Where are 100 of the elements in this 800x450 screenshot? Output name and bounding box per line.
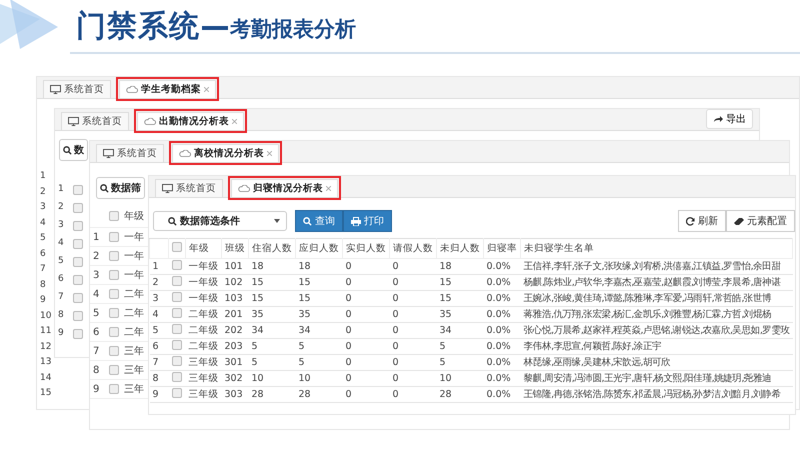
checkbox[interactable] xyxy=(172,292,182,302)
table-cell-text: 一年 xyxy=(124,269,144,282)
row-number: 6 xyxy=(40,248,46,260)
close-icon[interactable] xyxy=(326,186,331,191)
filter-dropdown[interactable]: 数据筛 xyxy=(96,177,145,199)
checkbox[interactable] xyxy=(109,289,119,299)
share-arrow-icon xyxy=(713,115,723,123)
checkbox[interactable] xyxy=(73,275,83,285)
checkbox[interactable] xyxy=(172,324,182,334)
column-header: 年级 xyxy=(186,238,222,258)
row-number: 2 xyxy=(92,250,100,262)
filter-dropdown[interactable]: 数据筛选条件 xyxy=(153,211,287,231)
close-icon[interactable] xyxy=(267,151,272,156)
row-number: 10 xyxy=(40,310,52,322)
table-cell: 王锦隆,冉德,张铭浩,陈赟东,祁孟晨,冯冠杨,孙梦洁,刘黯月,刘静希 xyxy=(520,386,793,402)
row-number: 9 xyxy=(58,327,65,340)
table-cell: 二年级 xyxy=(186,306,222,322)
checkbox[interactable] xyxy=(109,270,119,280)
row-number: 4 xyxy=(150,306,168,322)
query-button[interactable]: 查询 xyxy=(295,210,343,232)
checkbox[interactable] xyxy=(172,340,182,350)
checkbox[interactable] xyxy=(73,257,83,267)
table-cell: 一年级 xyxy=(186,274,222,290)
checkbox[interactable] xyxy=(73,185,83,195)
tab[interactable]: 离校情况分析表 xyxy=(172,144,279,162)
table-cell: 二年级 xyxy=(186,338,222,354)
search-icon xyxy=(100,184,109,192)
table-cell: 35 xyxy=(248,306,296,322)
table-cell-text: 三年 xyxy=(124,345,144,358)
cloud-icon xyxy=(179,150,191,157)
checkbox[interactable] xyxy=(172,356,182,366)
row-number: 14 xyxy=(40,372,52,384)
checkbox[interactable] xyxy=(109,365,119,375)
checkbox[interactable] xyxy=(73,311,83,321)
table-cell-text: 二年 xyxy=(124,326,144,339)
checkbox[interactable] xyxy=(109,308,119,318)
checkbox[interactable] xyxy=(109,384,119,394)
table-cell: 三年级 xyxy=(186,386,222,402)
column-header: 未归寝学生名单 xyxy=(520,238,793,258)
row-number: 8 xyxy=(40,278,46,292)
table-cell: 18 xyxy=(296,258,342,274)
checkbox[interactable] xyxy=(172,276,182,286)
tab[interactable]: 归寝情况分析表 xyxy=(231,179,338,197)
search-button[interactable]: 数 xyxy=(59,139,88,161)
table-cell: 203 xyxy=(222,338,248,354)
table-cell: 0 xyxy=(390,274,436,290)
close-icon[interactable] xyxy=(232,119,237,124)
row-number: 7 xyxy=(58,291,65,304)
tab[interactable]: 系统首页 xyxy=(155,179,223,197)
search-icon xyxy=(63,146,72,154)
config-button[interactable]: 元素配置 xyxy=(726,210,795,232)
row-number: 4 xyxy=(58,237,65,250)
export-button[interactable]: 导出 xyxy=(706,109,753,129)
checkbox[interactable] xyxy=(109,232,119,242)
table-cell: 35 xyxy=(436,306,484,322)
checkbox[interactable] xyxy=(73,203,83,213)
table-cell: 0.0% xyxy=(484,386,520,402)
table-cell-text: 一年 xyxy=(124,231,144,244)
table-cell: 0 xyxy=(390,370,436,386)
checkbox[interactable] xyxy=(109,211,119,221)
tab[interactable]: 系统首页 xyxy=(61,112,129,130)
column-header: 应归人数 xyxy=(296,238,342,258)
checkbox[interactable] xyxy=(172,260,182,270)
checkbox[interactable] xyxy=(73,221,83,231)
printer-icon xyxy=(351,216,361,226)
row-number: 1 xyxy=(40,170,46,183)
checkbox[interactable] xyxy=(172,372,182,382)
table-cell: 0 xyxy=(342,370,390,386)
table-cell: 5 xyxy=(436,338,484,354)
tab[interactable]: 系统首页 xyxy=(96,144,164,162)
table-cell: 0.0% xyxy=(484,354,520,370)
row-number: 1 xyxy=(150,258,168,274)
close-icon[interactable] xyxy=(204,87,209,92)
row-number: 7 xyxy=(40,263,46,276)
checkbox[interactable] xyxy=(109,251,119,261)
column-header: 年级 xyxy=(124,210,144,223)
tab[interactable]: 系统首页 xyxy=(43,80,111,98)
checkbox[interactable] xyxy=(172,242,182,252)
checkbox[interactable] xyxy=(73,239,83,249)
table-cell: 301 xyxy=(222,354,248,370)
checkbox[interactable] xyxy=(109,346,119,356)
checkbox[interactable] xyxy=(172,388,182,398)
table-cell: 5 xyxy=(248,338,296,354)
row-number: 5 xyxy=(58,255,65,268)
checkbox[interactable] xyxy=(109,327,119,337)
tab[interactable]: 出勤情况分析表 xyxy=(137,112,244,130)
table-cell: 三年级 xyxy=(186,354,222,370)
table-cell: 0 xyxy=(390,354,436,370)
checkbox[interactable] xyxy=(73,329,83,339)
table-cell: 0 xyxy=(390,386,436,402)
refresh-button[interactable]: 刷新 xyxy=(678,210,726,232)
table-cell: 0.0% xyxy=(484,306,520,322)
checkbox[interactable] xyxy=(73,293,83,303)
monitor-icon xyxy=(50,85,61,94)
row-number: 1 xyxy=(58,183,65,196)
print-button[interactable]: 打印 xyxy=(343,210,392,232)
tab[interactable]: 学生考勤档案 xyxy=(119,80,216,98)
table-cell: 28 xyxy=(436,386,484,402)
checkbox[interactable] xyxy=(172,308,182,318)
row-number: 3 xyxy=(40,201,46,214)
